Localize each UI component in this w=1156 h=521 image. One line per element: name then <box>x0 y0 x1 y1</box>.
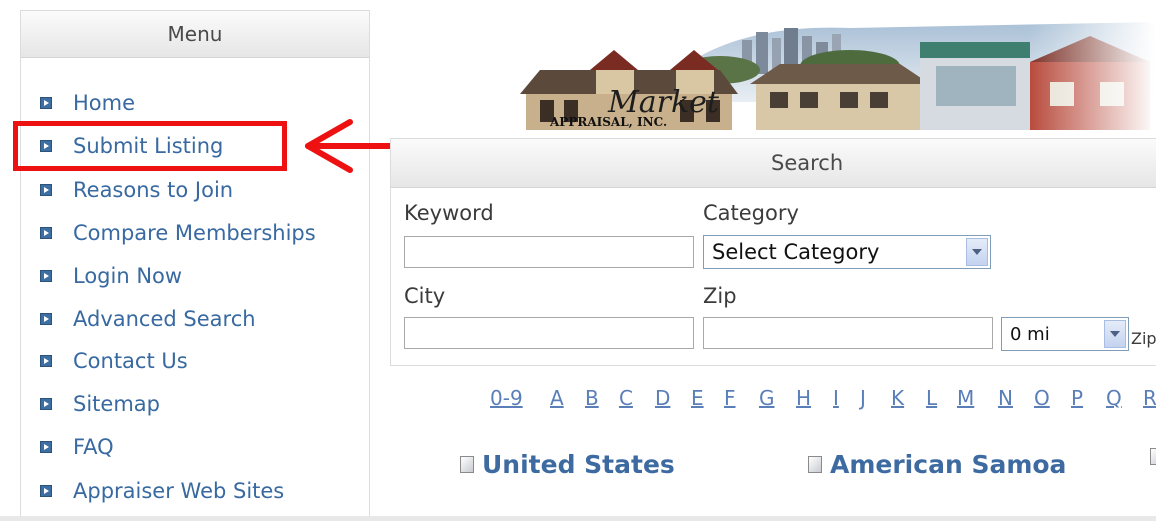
alpha-link-j[interactable]: J <box>860 386 866 410</box>
radius-trailing-label: Zip <box>1131 329 1156 348</box>
menu-item-compare-memberships[interactable]: Compare Memberships <box>35 218 316 248</box>
menu-item-label: Sitemap <box>73 392 160 416</box>
alpha-link-b[interactable]: B <box>585 386 599 410</box>
arrow-bullet-icon <box>40 485 52 497</box>
search-panel: Search Keyword Category Select Category … <box>390 138 1156 366</box>
alpha-link-n[interactable]: N <box>998 386 1013 410</box>
alpha-link-e[interactable]: E <box>691 386 704 410</box>
alpha-link-f[interactable]: F <box>724 386 736 410</box>
country-link-united-states[interactable]: United States <box>460 450 675 479</box>
alpha-link-a[interactable]: A <box>550 386 564 410</box>
arrow-bullet-icon <box>40 441 52 453</box>
country-link-american-samoa[interactable]: American Samoa <box>808 450 1066 479</box>
menu-item-label: Home <box>73 91 136 115</box>
arrow-bullet-icon <box>40 227 52 239</box>
sidebar-menu: Menu Home Submit Listing Reasons to Join… <box>20 10 370 521</box>
alpha-link-l[interactable]: L <box>926 386 937 410</box>
alpha-link-d[interactable]: D <box>655 386 670 410</box>
menu-item-home[interactable]: Home <box>35 88 135 118</box>
market-appraisal-logo: Market APPRAISAL, INC. <box>520 22 1156 130</box>
menu-item-appraiser-web-sites[interactable]: Appraiser Web Sites <box>35 476 284 506</box>
zip-input[interactable] <box>703 317 993 349</box>
alpha-link-g[interactable]: G <box>759 386 775 410</box>
alpha-link-p[interactable]: P <box>1071 386 1083 410</box>
arrow-bullet-icon <box>40 184 52 196</box>
search-title: Search <box>391 139 1156 188</box>
chevron-down-icon <box>1104 320 1126 348</box>
menu-item-login-now[interactable]: Login Now <box>35 261 182 291</box>
country-label: United States <box>482 450 675 479</box>
keyword-label: Keyword <box>404 201 494 225</box>
menu-item-advanced-search[interactable]: Advanced Search <box>35 304 256 334</box>
annotation-highlight-box <box>13 121 287 171</box>
alpha-link-o[interactable]: O <box>1034 386 1050 410</box>
document-icon <box>1150 448 1156 465</box>
alpha-link-c[interactable]: C <box>619 386 633 410</box>
banner-logo-subtitle: APPRAISAL, INC. <box>549 115 667 129</box>
arrow-bullet-icon <box>40 313 52 325</box>
menu-item-label: Compare Memberships <box>73 221 316 245</box>
category-select-value: Select Category <box>712 240 880 264</box>
menu-item-faq[interactable]: FAQ <box>35 432 114 462</box>
zip-label: Zip <box>703 284 737 308</box>
menu-item-label: Advanced Search <box>73 307 256 331</box>
city-input[interactable] <box>404 317 694 349</box>
site-banner: Market APPRAISAL, INC. <box>520 22 1156 130</box>
alpha-link-k[interactable]: K <box>891 386 904 410</box>
chevron-down-icon <box>966 238 988 266</box>
country-label: American Samoa <box>830 450 1067 479</box>
alpha-link-i[interactable]: I <box>833 386 839 410</box>
arrow-bullet-icon <box>40 355 52 367</box>
arrow-bullet-icon <box>40 398 52 410</box>
alpha-link-m[interactable]: M <box>957 386 974 410</box>
document-icon <box>460 456 474 473</box>
menu-item-contact-us[interactable]: Contact Us <box>35 346 188 376</box>
arrow-bullet-icon <box>40 97 52 109</box>
radius-select-value: 0 mi <box>1010 323 1050 345</box>
menu-item-label: Login Now <box>73 264 183 288</box>
menu-item-reasons-to-join[interactable]: Reasons to Join <box>35 175 233 205</box>
keyword-input[interactable] <box>404 236 694 268</box>
city-label: City <box>404 284 446 308</box>
arrow-bullet-icon <box>40 270 52 282</box>
document-icon <box>808 456 822 473</box>
alpha-link-0-9[interactable]: 0-9 <box>490 386 523 410</box>
menu-item-sitemap[interactable]: Sitemap <box>35 389 160 419</box>
menu-item-label: FAQ <box>73 435 114 459</box>
alpha-link-q[interactable]: Q <box>1106 386 1122 410</box>
sidebar-title: Menu <box>21 11 369 58</box>
page-divider <box>0 516 1156 521</box>
category-label: Category <box>703 201 799 225</box>
alpha-link-r[interactable]: R <box>1143 386 1156 410</box>
alpha-link-h[interactable]: H <box>796 386 811 410</box>
menu-item-label: Contact Us <box>73 349 188 373</box>
radius-select[interactable]: 0 mi <box>1001 317 1129 351</box>
category-select[interactable]: Select Category <box>703 235 991 269</box>
menu-item-label: Appraiser Web Sites <box>73 479 285 503</box>
menu-item-label: Reasons to Join <box>73 178 234 202</box>
